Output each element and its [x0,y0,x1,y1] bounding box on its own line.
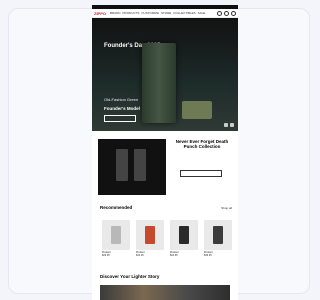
nav-item-sale[interactable]: SALE [198,11,206,15]
nav-item-brand[interactable]: BRAND [110,11,121,15]
product-card[interactable]: Product $24.95 [170,220,198,257]
promo-section: Never Ever Forget Death Punch Collection [92,131,238,204]
product-price: $34.95 [136,254,144,257]
stories-section: Discover Your Lighter Story [92,274,238,300]
prev-arrow-icon[interactable] [224,123,228,127]
product-price: $24.95 [170,254,178,257]
nav-item-customize[interactable]: CUSTOMIZE [141,11,159,15]
product-image [204,220,232,250]
hero-banner[interactable]: Founder's Day 2025 Old-Fashion Green Fou… [92,18,238,131]
promo-lighter-2 [134,149,146,181]
next-arrow-icon[interactable] [230,123,234,127]
product-price: $29.95 [102,254,110,257]
recommended-link[interactable]: Shop all [221,206,232,210]
nav-icons [217,10,236,16]
website-preview: ZIPPO BRAND PRODUCTS CUSTOMIZE STORE COL… [92,5,238,300]
hero-shop-button[interactable] [104,115,136,122]
product-image [136,220,164,250]
promo-title: Never Ever Forget Death Punch Collection [175,139,229,149]
lighter-box-image [182,101,212,119]
recommended-section: Recommended Shop all Product $29.95 Prod… [92,204,238,274]
product-grid: Product $29.95 Product $34.95 Product $2… [102,220,232,257]
nav-item-products[interactable]: PRODUCTS [123,11,140,15]
nav-item-store[interactable]: STORE [161,11,171,15]
site-nav: ZIPPO BRAND PRODUCTS CUSTOMIZE STORE COL… [92,9,238,18]
product-image [102,220,130,250]
hero-subtitle2: Founder's Model [104,106,140,111]
product-image [170,220,198,250]
stories-title: Discover Your Lighter Story [100,274,160,279]
nav-item-collectibles[interactable]: COLLECTIBLES [173,11,195,15]
lighter-image [142,43,176,123]
product-card[interactable]: Product $34.95 [136,220,164,257]
product-card[interactable]: Product $39.95 [204,220,232,257]
promo-image[interactable] [98,139,166,195]
account-icon[interactable] [224,10,229,16]
cart-icon[interactable] [231,10,236,16]
recommended-title: Recommended [100,205,133,210]
product-card[interactable]: Product $29.95 [102,220,130,257]
hero-subtitle: Old-Fashion Green [104,97,139,102]
product-price: $39.95 [204,254,212,257]
search-icon[interactable] [217,10,222,16]
stories-image[interactable] [100,285,230,300]
logo[interactable]: ZIPPO [94,11,106,16]
promo-lighter-1 [116,149,128,181]
carousel-controls [224,123,234,127]
promo-shop-button[interactable] [180,170,222,177]
